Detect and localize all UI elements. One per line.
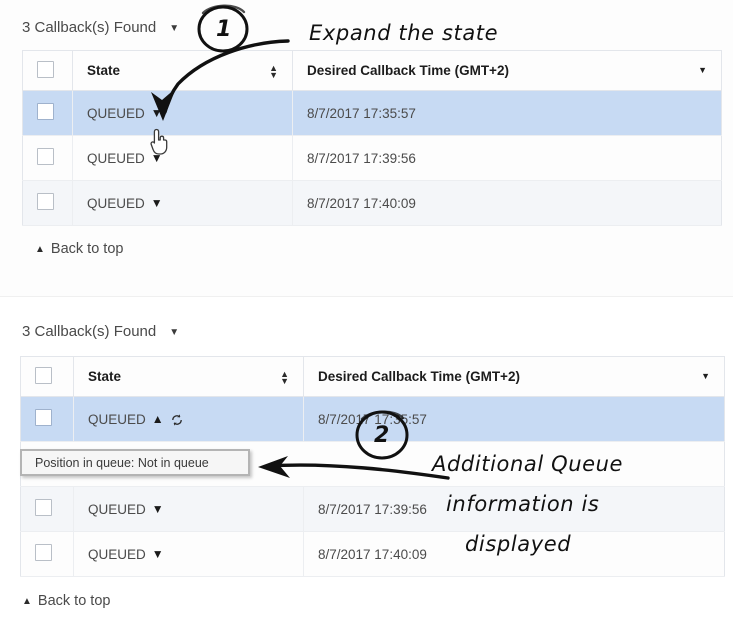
callbacks-table-top: ▲ ▼ State ▼ Desired Callback Time (GMT+2)… [22, 50, 722, 226]
header-select-all[interactable] [20, 356, 74, 397]
chevron-down-icon[interactable]: ▼ [151, 152, 163, 164]
row-state-label: QUEUED [88, 501, 146, 517]
select-all-checkbox[interactable] [35, 366, 52, 384]
table-header-row: ▲ ▼ State ▼ Desired Callback Time (GMT+2) [20, 356, 725, 397]
row-checkbox[interactable] [37, 103, 54, 120]
chevron-down-icon[interactable]: ▼ [169, 23, 179, 34]
row-checkbox[interactable] [35, 409, 52, 426]
back-to-top-label: Back to top [50, 241, 124, 257]
found-count-label: 3 Callback(s) Found [22, 19, 157, 36]
row-state-label: QUEUED [87, 105, 145, 121]
row-checkbox[interactable] [37, 148, 54, 165]
back-to-top-link[interactable]: ▲ Back to top [35, 241, 733, 257]
select-all-checkbox[interactable] [37, 60, 54, 78]
row-state-cell[interactable]: QUEUED ▼ [72, 135, 293, 181]
table-row[interactable]: QUEUED ▼ 8/7/2017 17:39:56 [22, 135, 722, 181]
chevron-down-icon[interactable]: ▼ [152, 503, 164, 515]
chevron-down-icon[interactable]: ▼ [151, 107, 163, 119]
back-to-top-label: Back to top [37, 593, 111, 609]
row-checkbox-cell[interactable] [22, 180, 73, 226]
sort-updown-icon[interactable]: ▲ ▼ [269, 63, 278, 79]
header-state[interactable]: ▲ ▼ State [73, 356, 304, 397]
chevron-down-icon[interactable]: ▼ [151, 197, 163, 209]
row-state-cell[interactable]: QUEUED ▼ [73, 486, 304, 532]
row-state-label: QUEUED [87, 150, 145, 166]
row-time-cell: 8/7/2017 17:40:09 [292, 180, 722, 226]
caret-up-icon: ▲ [22, 595, 32, 607]
header-desired-time[interactable]: ▼ Desired Callback Time (GMT+2) [303, 356, 725, 397]
queue-position-tooltip: Position in queue: Not in queue [20, 449, 250, 476]
found-bar-bottom: 3 Callback(s) Found ▼ [0, 297, 733, 340]
header-select-all[interactable] [22, 50, 73, 91]
header-desired-time[interactable]: ▼ Desired Callback Time (GMT+2) [292, 50, 722, 91]
row-checkbox-cell[interactable] [22, 90, 73, 136]
row-state-cell[interactable]: QUEUED ▲ [73, 396, 304, 442]
chevron-up-icon[interactable]: ▲ [152, 413, 164, 425]
sort-updown-icon[interactable]: ▲ ▼ [280, 369, 289, 385]
row-checkbox[interactable] [35, 499, 52, 516]
found-bar-top: 3 Callback(s) Found ▼ [0, 0, 733, 36]
table-row[interactable]: QUEUED ▼ 8/7/2017 17:40:09 [22, 180, 722, 226]
row-time-cell: 8/7/2017 17:39:56 [303, 486, 725, 532]
row-checkbox-cell[interactable] [20, 531, 74, 577]
row-checkbox-cell[interactable] [20, 486, 74, 532]
row-state-cell[interactable]: QUEUED ▼ [72, 180, 293, 226]
table-row[interactable]: QUEUED ▼ 8/7/2017 17:39:56 [20, 486, 725, 532]
chevron-down-icon[interactable]: ▼ [169, 327, 179, 338]
row-checkbox[interactable] [35, 544, 52, 561]
row-state-label: QUEUED [87, 195, 145, 211]
header-desired-time-label: Desired Callback Time (GMT+2) [318, 369, 520, 384]
row-checkbox[interactable] [37, 193, 54, 210]
callback-panel-top: 3 Callback(s) Found ▼ ▲ ▼ State ▼ Desired… [0, 0, 733, 296]
found-count-label: 3 Callback(s) Found [22, 323, 157, 340]
filter-caret-icon[interactable]: ▼ [698, 65, 707, 75]
table-row[interactable]: QUEUED ▼ 8/7/2017 17:40:09 [20, 531, 725, 577]
refresh-icon[interactable] [170, 413, 184, 427]
caret-up-icon: ▲ [35, 243, 45, 255]
row-time-cell: 8/7/2017 17:35:57 [303, 396, 725, 442]
row-time-cell: 8/7/2017 17:35:57 [292, 90, 722, 136]
row-state-cell[interactable]: QUEUED ▼ [73, 531, 304, 577]
table-header-row: ▲ ▼ State ▼ Desired Callback Time (GMT+2) [22, 50, 722, 91]
header-state-label: State [88, 368, 122, 384]
header-state[interactable]: ▲ ▼ State [72, 50, 293, 91]
row-time-cell: 8/7/2017 17:40:09 [303, 531, 725, 577]
chevron-down-icon[interactable]: ▼ [152, 548, 164, 560]
header-desired-time-label: Desired Callback Time (GMT+2) [307, 63, 509, 78]
row-checkbox-cell[interactable] [22, 135, 73, 181]
header-state-label: State [87, 62, 121, 78]
table-row[interactable]: QUEUED ▼ 8/7/2017 17:35:57 [22, 90, 722, 136]
filter-caret-icon[interactable]: ▼ [701, 371, 710, 381]
back-to-top-link[interactable]: ▲ Back to top [22, 593, 733, 609]
table-row[interactable]: QUEUED ▲ 8/7/2017 17:35:57 [20, 396, 725, 442]
row-state-label: QUEUED [88, 411, 146, 427]
row-checkbox-cell[interactable] [20, 396, 74, 442]
row-state-label: QUEUED [88, 546, 146, 562]
row-state-cell[interactable]: QUEUED ▼ [72, 90, 293, 136]
row-time-cell: 8/7/2017 17:39:56 [292, 135, 722, 181]
